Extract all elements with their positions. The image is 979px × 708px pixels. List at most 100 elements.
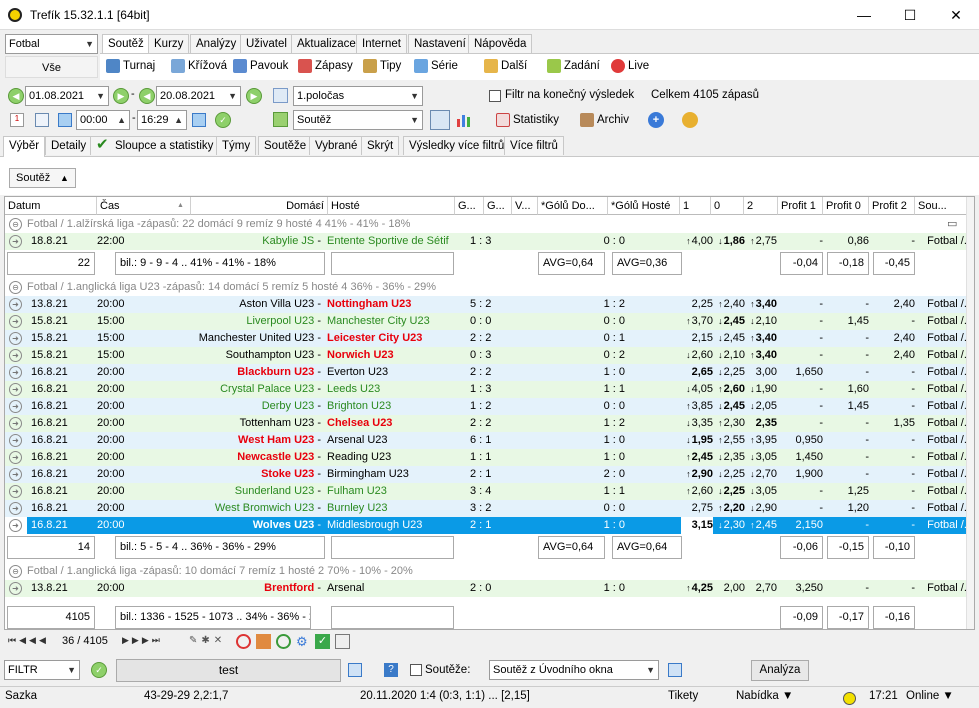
match-row[interactable]: ➜ 16.8.21 20:00 Newcastle U23 - Reading U23 1… <box>5 449 974 466</box>
help-icon[interactable]: ? <box>384 663 398 677</box>
tab-uzivatel[interactable]: Uživatel <box>240 34 293 53</box>
add-filter-icon[interactable]: + <box>648 112 664 128</box>
check-icon[interactable]: ✓ <box>315 634 330 649</box>
match-row[interactable]: ➜ 16.8.21 20:00 Stoke U23 - Birmingham U23 2 … <box>5 466 974 483</box>
scope-select[interactable]: Soutěž ▼ <box>293 110 423 130</box>
apply-icon[interactable] <box>273 88 288 103</box>
half-select[interactable]: 1.poločas ▼ <box>293 86 423 106</box>
tab-kurzy[interactable]: Kurzy <box>148 34 190 53</box>
row-arrow-icon[interactable]: ➜ <box>9 519 22 532</box>
date-from-input[interactable]: 01.08.2021 ▼ <box>25 86 109 106</box>
collapse-icon[interactable]: ⊖ <box>9 218 22 231</box>
group-header[interactable]: ⊖ Fotbal / 1.anglická liga -zápasů: 10 do… <box>5 563 974 580</box>
date-to-forward-icon[interactable]: ▶ <box>246 88 262 104</box>
match-row[interactable]: ➜ 13.8.21 20:00 Brentford - Arsenal 2 : 01 : … <box>5 580 974 597</box>
column-header[interactable]: Domácí <box>191 197 328 215</box>
tab-aktualizace[interactable]: Aktualizace <box>291 34 362 53</box>
columns-icon[interactable] <box>430 110 450 130</box>
subtab-detaily[interactable]: Detaily <box>45 136 93 155</box>
column-header[interactable]: G... <box>455 197 484 215</box>
match-row[interactable]: ➜ 16.8.21 20:00 Crystal Palace U23 - Leeds U… <box>5 381 974 398</box>
row-arrow-icon[interactable]: ➜ <box>9 451 22 464</box>
row-arrow-icon[interactable]: ➜ <box>9 485 22 498</box>
coins-icon[interactable] <box>682 112 698 128</box>
match-row[interactable]: ➜ 16.8.21 20:00 Derby U23 - Brighton U23 1 : … <box>5 398 974 415</box>
column-header[interactable]: 0 <box>711 197 744 215</box>
match-row[interactable]: ➜ 15.8.21 15:00 Southampton U23 - Norwich U2… <box>5 347 974 364</box>
scope-icon[interactable] <box>273 112 288 127</box>
tab-internet[interactable]: Internet <box>356 34 407 53</box>
settings-icon[interactable]: ⚙ <box>296 634 311 649</box>
match-row[interactable]: ➜ 16.8.21 20:00 Tottenham U23 - Chelsea U23 2… <box>5 415 974 432</box>
competitions-select[interactable]: Soutěž z Úvodního okna ▼ <box>489 660 659 680</box>
row-arrow-icon[interactable]: ➜ <box>9 417 22 430</box>
collapse-icon[interactable]: ⊖ <box>9 565 22 578</box>
filter-ok-icon[interactable]: ✓ <box>91 662 107 678</box>
sort-by-competition-button[interactable]: Soutěž ▲ <box>9 168 76 188</box>
subtab-skryt[interactable]: Skrýt <box>361 136 400 155</box>
tab-nastaveni[interactable]: Nastavení <box>408 34 472 53</box>
match-row[interactable]: ➜ 18.8.21 22:00 Kabylie JS - Entente Sportiv… <box>5 233 974 250</box>
print-icon[interactable] <box>335 634 350 649</box>
toolbar-dalsi[interactable]: Další <box>484 56 527 76</box>
subtab-tymy[interactable]: Týmy <box>216 136 257 155</box>
stats-button[interactable]: Statistiky <box>496 110 559 130</box>
tickets-button[interactable]: Tikety <box>668 690 698 702</box>
match-row[interactable]: ➜ 13.8.21 20:00 Aston Villa U23 - Nottingham… <box>5 296 974 313</box>
match-row[interactable]: ➜ 16.8.21 20:00 Sunderland U23 - Fulham U23 3… <box>5 483 974 500</box>
subtab-vybrane[interactable]: Vybrané <box>309 136 364 155</box>
row-arrow-icon[interactable]: ➜ <box>9 582 22 595</box>
row-arrow-icon[interactable]: ➜ <box>9 349 22 362</box>
offer-dropdown[interactable]: Nabídka ▼ <box>736 690 793 702</box>
row-arrow-icon[interactable]: ➜ <box>9 383 22 396</box>
collapse-icon[interactable]: ⊖ <box>9 281 22 294</box>
online-dropdown[interactable]: Online ▼ <box>906 690 954 702</box>
minimize-button[interactable]: — <box>841 0 887 30</box>
refresh-icon[interactable] <box>276 634 291 649</box>
match-row[interactable]: ➜ 15.8.21 15:00 Liverpool U23 - Manchester C… <box>5 313 974 330</box>
subtab-sloupce[interactable]: ✔ Sloupce a statistiky <box>90 136 220 155</box>
toolbar-krizova[interactable]: Křížová <box>171 56 227 76</box>
analysis-button[interactable]: Analýza <box>751 660 809 681</box>
column-header[interactable]: G... <box>484 197 512 215</box>
close-button[interactable]: ✕ <box>933 0 979 30</box>
row-arrow-icon[interactable]: ➜ <box>9 332 22 345</box>
subtab-vysledky[interactable]: Výsledky více filtrů <box>403 136 511 155</box>
match-row[interactable]: ➜ 15.8.21 15:00 Manchester United U23 - Leic… <box>5 330 974 347</box>
filter-select[interactable]: FILTR ▼ <box>4 660 80 680</box>
tab-napoveda[interactable]: Nápověda <box>468 34 533 53</box>
column-header[interactable]: V... <box>512 197 538 215</box>
vertical-scrollbar[interactable] <box>966 197 974 629</box>
archive-button[interactable]: Archiv <box>580 110 629 130</box>
stop-icon[interactable] <box>236 634 251 649</box>
row-arrow-icon[interactable]: ➜ <box>9 468 22 481</box>
nav-arrows-icon[interactable]: ⏮◀◀◀ <box>8 635 49 646</box>
date-to-input[interactable]: 20.08.2021 ▼ <box>156 86 241 106</box>
final-result-checkbox[interactable] <box>489 90 501 102</box>
toolbar-turnaj[interactable]: Turnaj <box>106 56 155 76</box>
row-arrow-icon[interactable]: ➜ <box>9 298 22 311</box>
date-from-forward-icon[interactable]: ▶ <box>113 88 129 104</box>
group-header[interactable]: ⊖ Fotbal / 1.alžírská liga -zápasů: 22 do… <box>5 216 974 233</box>
competitions-checkbox[interactable] <box>410 664 422 676</box>
maximize-button[interactable]: ☐ <box>887 0 933 30</box>
row-arrow-icon[interactable]: ➜ <box>9 235 22 248</box>
time-to-input[interactable]: 16:29 ▲ <box>137 110 187 130</box>
toolbar-zapasy[interactable]: Zápasy <box>298 56 353 76</box>
toolbar-pavouk[interactable]: Pavouk <box>233 56 288 76</box>
column-header[interactable]: 1 <box>680 197 711 215</box>
row-arrow-icon[interactable]: ➜ <box>9 400 22 413</box>
group-header[interactable]: ⊖ Fotbal / 1.anglická liga U23 -zápasů: 1… <box>5 279 974 296</box>
subtab-vyber[interactable]: Výběr <box>3 136 46 157</box>
match-row[interactable]: ➜ 16.8.21 20:00 West Ham U23 - Arsenal U23 6 … <box>5 432 974 449</box>
match-row[interactable]: ➜ 16.8.21 20:00 Wolves U23 - Middlesbrough U… <box>5 517 974 534</box>
row-arrow-icon[interactable]: ➜ <box>9 315 22 328</box>
toolbar-tipy[interactable]: Tipy <box>363 56 401 76</box>
confirm-icon[interactable]: ✓ <box>215 112 231 128</box>
all-button[interactable]: Vše <box>5 56 98 78</box>
row-arrow-icon[interactable]: ➜ <box>9 366 22 379</box>
row-arrow-icon[interactable]: ➜ <box>9 434 22 447</box>
date-to-back-icon[interactable]: ◀ <box>139 88 155 104</box>
match-row[interactable]: ➜ 16.8.21 20:00 West Bromwich U23 - Burnley … <box>5 500 974 517</box>
sport-select[interactable]: Fotbal ▼ <box>5 34 98 54</box>
